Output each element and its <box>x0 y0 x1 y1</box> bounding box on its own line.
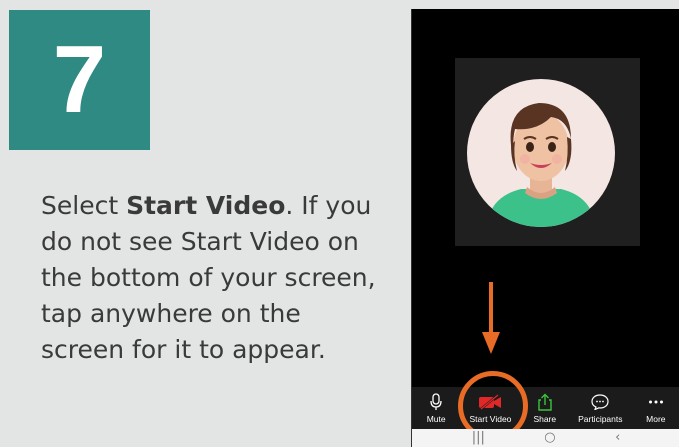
android-navbar: ||| ○ ‹ <box>412 429 679 447</box>
instruction-bold: Start Video <box>126 191 286 220</box>
more-label: More <box>646 414 666 424</box>
mute-label: Mute <box>426 414 446 424</box>
participants-icon <box>591 394 609 410</box>
down-arrow-icon <box>482 282 500 354</box>
home-icon[interactable]: ○ <box>544 429 555 447</box>
mute-button[interactable]: Mute <box>412 387 460 429</box>
start-video-button[interactable]: Start Video <box>460 387 520 429</box>
step-number: 7 <box>52 26 107 133</box>
share-label: Share <box>533 414 557 424</box>
avatar <box>467 79 615 227</box>
instruction-prefix: Select <box>41 191 127 220</box>
meeting-toolbar: Mute Start Video Share Participants More <box>412 387 679 429</box>
participants-button[interactable]: Participants <box>569 387 632 429</box>
phone-screenshot: Mute Start Video Share Participants More… <box>411 9 679 447</box>
participants-label: Participants <box>578 414 623 424</box>
more-button[interactable]: More <box>632 387 679 429</box>
more-icon <box>648 400 663 404</box>
video-off-icon <box>479 394 502 410</box>
video-tile[interactable] <box>455 58 640 246</box>
start-video-label: Start Video <box>469 414 512 424</box>
recents-icon[interactable]: ||| <box>472 429 485 447</box>
share-button[interactable]: Share <box>521 387 569 429</box>
microphone-icon <box>430 393 442 410</box>
instruction-text: Select Start Video. If you do not see St… <box>41 188 391 368</box>
share-icon <box>538 393 552 411</box>
step-number-badge: 7 <box>9 10 150 150</box>
back-icon[interactable]: ‹ <box>615 429 620 447</box>
